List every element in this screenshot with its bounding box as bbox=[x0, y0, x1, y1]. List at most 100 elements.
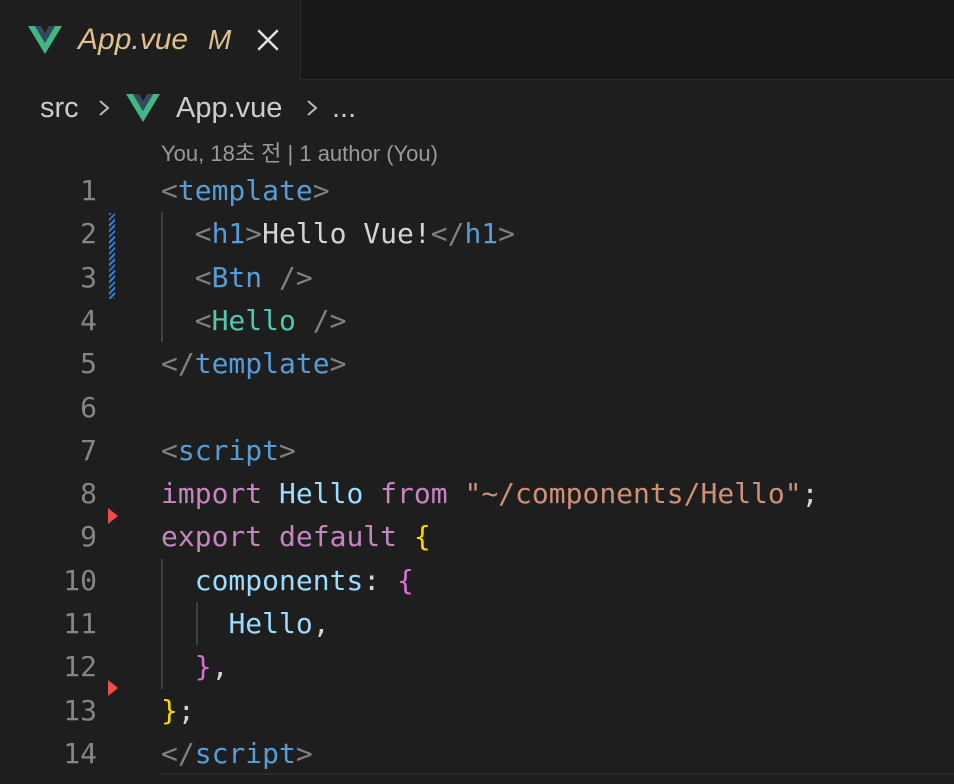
editor-tab-bar: App.vue M bbox=[0, 0, 954, 81]
code-token: , bbox=[312, 607, 330, 640]
close-icon[interactable] bbox=[254, 26, 282, 54]
line-number: 4 bbox=[80, 303, 97, 337]
code-token: < bbox=[194, 260, 212, 294]
code-token: script bbox=[177, 433, 280, 467]
code-token: template bbox=[194, 347, 330, 381]
code-token: < bbox=[161, 174, 178, 207]
code-line[interactable]: 4 <Hello /> bbox=[0, 299, 954, 342]
code-text: }; bbox=[161, 689, 195, 732]
code-token: /> bbox=[295, 303, 347, 337]
code-token: default bbox=[279, 520, 398, 554]
line-number: 8 bbox=[80, 477, 97, 511]
code-token: { bbox=[397, 563, 414, 597]
code-text: </script> bbox=[161, 732, 313, 775]
code-token: > bbox=[295, 736, 313, 770]
code-token: /> bbox=[262, 260, 313, 294]
code-token: </ bbox=[161, 736, 195, 770]
code-line[interactable]: 7 <script> bbox=[0, 429, 954, 472]
code-token: Hello Vue! bbox=[262, 217, 431, 251]
breadcrumb: src App.vue ... bbox=[40, 88, 940, 128]
code-text: <h1>Hello Vue!</h1> bbox=[161, 212, 515, 255]
code-line[interactable]: 10 components: { bbox=[0, 559, 954, 602]
chevron-right-icon bbox=[307, 100, 318, 116]
code-line[interactable]: 14 </script> bbox=[0, 732, 954, 775]
code-line[interactable]: 6 bbox=[0, 386, 954, 429]
code-token: ; bbox=[177, 693, 195, 727]
code-token: h1 bbox=[211, 217, 246, 251]
code-text: }, bbox=[161, 645, 229, 688]
breadcrumb-folder[interactable]: src bbox=[40, 88, 79, 128]
code-text: components: { bbox=[161, 559, 414, 602]
code-text: </template> bbox=[161, 342, 346, 385]
code-token: < bbox=[161, 433, 178, 467]
code-text: <script> bbox=[161, 429, 296, 472]
code-text: Hello, bbox=[161, 602, 330, 645]
tab-filename: App.vue bbox=[78, 23, 189, 56]
code-token: </ bbox=[161, 347, 195, 381]
line-number: 3 bbox=[80, 260, 97, 294]
code-token: </ bbox=[430, 217, 465, 251]
code-token: : bbox=[363, 563, 398, 597]
code-token: "~/components/Hello" bbox=[464, 477, 802, 511]
code-line[interactable]: 8 import Hello from "~/components/Hello"; bbox=[0, 472, 954, 515]
code-text: <Hello /> bbox=[161, 299, 347, 342]
code-token: Hello bbox=[279, 477, 364, 511]
line-number: 13 bbox=[63, 693, 97, 727]
code-token: > bbox=[312, 174, 330, 207]
code-line[interactable]: 3 <Btn /> bbox=[0, 256, 954, 299]
code-token: export bbox=[161, 520, 263, 554]
code-token: ; bbox=[801, 477, 819, 511]
line-number: 2 bbox=[80, 217, 97, 251]
code-token: script bbox=[194, 736, 296, 770]
code-token: from bbox=[380, 477, 448, 511]
code-line[interactable]: 1 <template> bbox=[0, 169, 954, 212]
code-token: Hello bbox=[211, 303, 296, 337]
modified-badge: M bbox=[208, 24, 232, 55]
line-number: 1 bbox=[80, 174, 97, 207]
code-token: > bbox=[498, 217, 516, 251]
line-number: 14 bbox=[63, 736, 97, 770]
code-text: import Hello from "~/components/Hello"; bbox=[161, 472, 818, 515]
code-line[interactable]: 2 <h1>Hello Vue!</h1> bbox=[0, 212, 954, 255]
editor-divider bbox=[161, 773, 954, 775]
breadcrumb-symbols[interactable]: ... bbox=[332, 88, 356, 128]
code-token: < bbox=[194, 217, 212, 251]
line-number: 11 bbox=[63, 607, 97, 640]
code-token: , bbox=[211, 650, 229, 684]
code-token: h1 bbox=[464, 217, 499, 251]
code-token: import bbox=[161, 477, 263, 511]
vue-icon bbox=[28, 26, 62, 54]
line-number: 5 bbox=[80, 347, 97, 381]
breadcrumb-file[interactable]: App.vue bbox=[176, 88, 282, 128]
line-number: 10 bbox=[63, 563, 97, 597]
line-number: 9 bbox=[80, 520, 97, 554]
code-editor[interactable]: 1 <template> 2 <h1>Hello Vue!</h1> 3 <Btn /… bbox=[0, 169, 954, 784]
code-text: export default { bbox=[161, 515, 431, 558]
code-token: } bbox=[161, 693, 178, 727]
code-token: { bbox=[413, 520, 431, 554]
tab-app-vue[interactable]: App.vue M bbox=[0, 0, 301, 81]
code-token: } bbox=[194, 650, 212, 684]
code-line[interactable]: 13}; bbox=[0, 689, 954, 732]
code-line[interactable]: 9 export default { bbox=[0, 515, 954, 558]
line-number: 7 bbox=[80, 433, 97, 467]
code-token: Btn bbox=[211, 260, 263, 294]
code-token: template bbox=[177, 174, 313, 207]
line-number: 12 bbox=[63, 650, 97, 684]
code-line[interactable]: 11 Hello, bbox=[0, 602, 954, 645]
code-line[interactable]: 12 }, bbox=[0, 645, 954, 688]
code-token: > bbox=[245, 217, 263, 251]
git-blame-codelens[interactable]: You, 18초 전 | 1 author (You) bbox=[161, 138, 438, 170]
code-token: > bbox=[279, 433, 296, 467]
code-line[interactable]: 5 </template> bbox=[0, 342, 954, 385]
chevron-right-icon bbox=[99, 100, 110, 116]
code-token: < bbox=[194, 303, 212, 337]
